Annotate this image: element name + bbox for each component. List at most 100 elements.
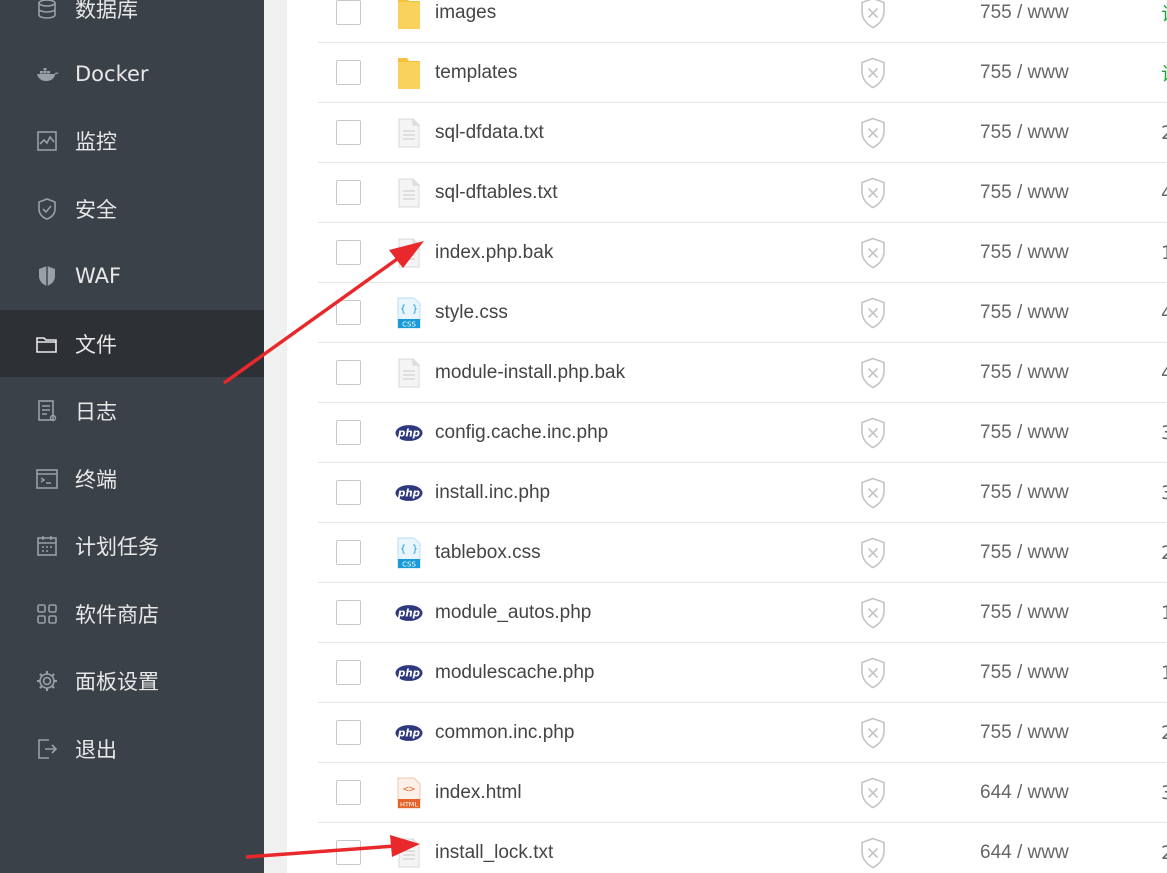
protect-shield-icon[interactable] <box>859 777 887 809</box>
protect-shield-icon[interactable] <box>859 597 887 629</box>
file-row[interactable]: php config.cache.inc.php 755 / www 3 <box>318 403 1167 463</box>
file-permission[interactable]: 755 / www <box>980 722 1069 744</box>
sidebar-item-3[interactable]: 安全 <box>0 175 264 242</box>
sidebar-item-6[interactable]: 日志 <box>0 377 264 444</box>
row-checkbox[interactable] <box>336 359 361 385</box>
file-size-cell: 1 <box>1161 242 1167 264</box>
file-permission[interactable]: 755 / www <box>980 62 1069 84</box>
file-size-cell: 4 <box>1161 362 1167 384</box>
file-permission[interactable]: 644 / www <box>980 782 1069 804</box>
protect-shield-icon[interactable] <box>859 357 887 389</box>
monitor-icon <box>35 129 59 153</box>
file-permission[interactable]: 755 / www <box>980 242 1069 264</box>
file-size-cell: 3 <box>1161 782 1167 804</box>
row-checkbox[interactable] <box>336 0 361 25</box>
css-file-icon: { } CSS <box>395 296 423 330</box>
row-checkbox[interactable] <box>336 719 361 745</box>
file-name[interactable]: config.cache.inc.php <box>435 422 608 444</box>
file-row[interactable]: php modulescache.php 755 / www 1 <box>318 643 1167 703</box>
file-permission[interactable]: 755 / www <box>980 602 1069 624</box>
protect-shield-icon[interactable] <box>859 537 887 569</box>
file-permission[interactable]: 755 / www <box>980 422 1069 444</box>
file-row[interactable]: { } CSS tablebox.css 755 / www 2 <box>318 523 1167 583</box>
file-name[interactable]: images <box>435 2 496 24</box>
terminal-icon <box>35 467 59 491</box>
file-name[interactable]: sql-dftables.txt <box>435 182 558 204</box>
protect-shield-icon[interactable] <box>859 417 887 449</box>
sidebar-item-7[interactable]: 终端 <box>0 445 264 512</box>
file-name[interactable]: tablebox.css <box>435 542 541 564</box>
row-checkbox[interactable] <box>336 179 361 205</box>
file-permission[interactable]: 755 / www <box>980 122 1069 144</box>
sidebar-item-10[interactable]: 面板设置 <box>0 647 264 714</box>
file-row[interactable]: install_lock.txt 644 / www 2 <box>318 823 1167 873</box>
protect-shield-icon[interactable] <box>859 117 887 149</box>
apps-grid-icon <box>35 602 59 626</box>
row-checkbox[interactable] <box>336 239 361 265</box>
file-row[interactable]: sql-dftables.txt 755 / www 4 <box>318 163 1167 223</box>
row-checkbox[interactable] <box>336 119 361 145</box>
file-permission[interactable]: 755 / www <box>980 542 1069 564</box>
file-size-cell: 3 <box>1161 422 1167 444</box>
file-name[interactable]: install_lock.txt <box>435 842 553 864</box>
sidebar-item-2[interactable]: 监控 <box>0 107 264 174</box>
sidebar-item-1[interactable]: Docker <box>0 40 264 107</box>
file-permission[interactable]: 755 / www <box>980 662 1069 684</box>
sidebar-item-9[interactable]: 软件商店 <box>0 580 264 647</box>
file-row[interactable]: index.php.bak 755 / www 1 <box>318 223 1167 283</box>
file-permission[interactable]: 755 / www <box>980 2 1069 24</box>
protect-shield-icon[interactable] <box>859 657 887 689</box>
file-row[interactable]: php install.inc.php 755 / www 3 <box>318 463 1167 523</box>
sidebar-item-11[interactable]: 退出 <box>0 715 264 782</box>
file-name[interactable]: common.inc.php <box>435 722 574 744</box>
protect-shield-icon[interactable] <box>859 717 887 749</box>
file-permission[interactable]: 644 / www <box>980 842 1069 864</box>
file-name[interactable]: modulescache.php <box>435 662 595 684</box>
protect-shield-icon[interactable] <box>859 477 887 509</box>
row-checkbox[interactable] <box>336 299 361 325</box>
row-checkbox[interactable] <box>336 779 361 805</box>
file-permission[interactable]: 755 / www <box>980 182 1069 204</box>
row-checkbox[interactable] <box>336 659 361 685</box>
file-permission[interactable]: 755 / www <box>980 362 1069 384</box>
file-row[interactable]: sql-dfdata.txt 755 / www 2 <box>318 103 1167 163</box>
file-name[interactable]: style.css <box>435 302 508 324</box>
protect-shield-icon[interactable] <box>859 237 887 269</box>
svg-text:php: php <box>397 607 420 619</box>
file-name[interactable]: module-install.php.bak <box>435 362 625 384</box>
sidebar-item-label: 文件 <box>75 332 117 357</box>
file-name[interactable]: templates <box>435 62 517 84</box>
file-permission[interactable]: 755 / www <box>980 302 1069 324</box>
row-checkbox[interactable] <box>336 839 361 865</box>
file-name[interactable]: index.html <box>435 782 522 804</box>
row-checkbox[interactable] <box>336 59 361 85</box>
file-name[interactable]: sql-dfdata.txt <box>435 122 544 144</box>
file-row[interactable]: images 755 / www 访 <box>318 0 1167 43</box>
protect-shield-icon[interactable] <box>859 0 887 29</box>
file-row[interactable]: module-install.php.bak 755 / www 4 <box>318 343 1167 403</box>
row-checkbox[interactable] <box>336 599 361 625</box>
file-permission[interactable]: 755 / www <box>980 482 1069 504</box>
row-checkbox[interactable] <box>336 539 361 565</box>
sidebar-item-label: 数据库 <box>75 0 138 22</box>
content-gap <box>264 0 287 873</box>
protect-shield-icon[interactable] <box>859 837 887 869</box>
file-row[interactable]: php module_autos.php 755 / www 1 <box>318 583 1167 643</box>
file-name[interactable]: index.php.bak <box>435 242 553 264</box>
file-name[interactable]: install.inc.php <box>435 482 550 504</box>
protect-shield-icon[interactable] <box>859 177 887 209</box>
row-checkbox[interactable] <box>336 419 361 445</box>
sidebar-item-0[interactable]: 数据库 <box>0 0 264 42</box>
protect-shield-icon[interactable] <box>859 57 887 89</box>
file-row[interactable]: <> HTML index.html 644 / www 3 <box>318 763 1167 823</box>
file-row[interactable]: php common.inc.php 755 / www 2 <box>318 703 1167 763</box>
file-row[interactable]: templates 755 / www 访 <box>318 43 1167 103</box>
sidebar-item-4[interactable]: WAF <box>0 242 264 309</box>
sidebar-item-label: 安全 <box>75 197 117 222</box>
row-checkbox[interactable] <box>336 479 361 505</box>
file-name[interactable]: module_autos.php <box>435 602 591 624</box>
sidebar-item-8[interactable]: 计划任务 <box>0 512 264 579</box>
protect-shield-icon[interactable] <box>859 297 887 329</box>
sidebar-item-5[interactable]: 文件 <box>0 310 264 377</box>
file-row[interactable]: { } CSS style.css 755 / www 4 <box>318 283 1167 343</box>
